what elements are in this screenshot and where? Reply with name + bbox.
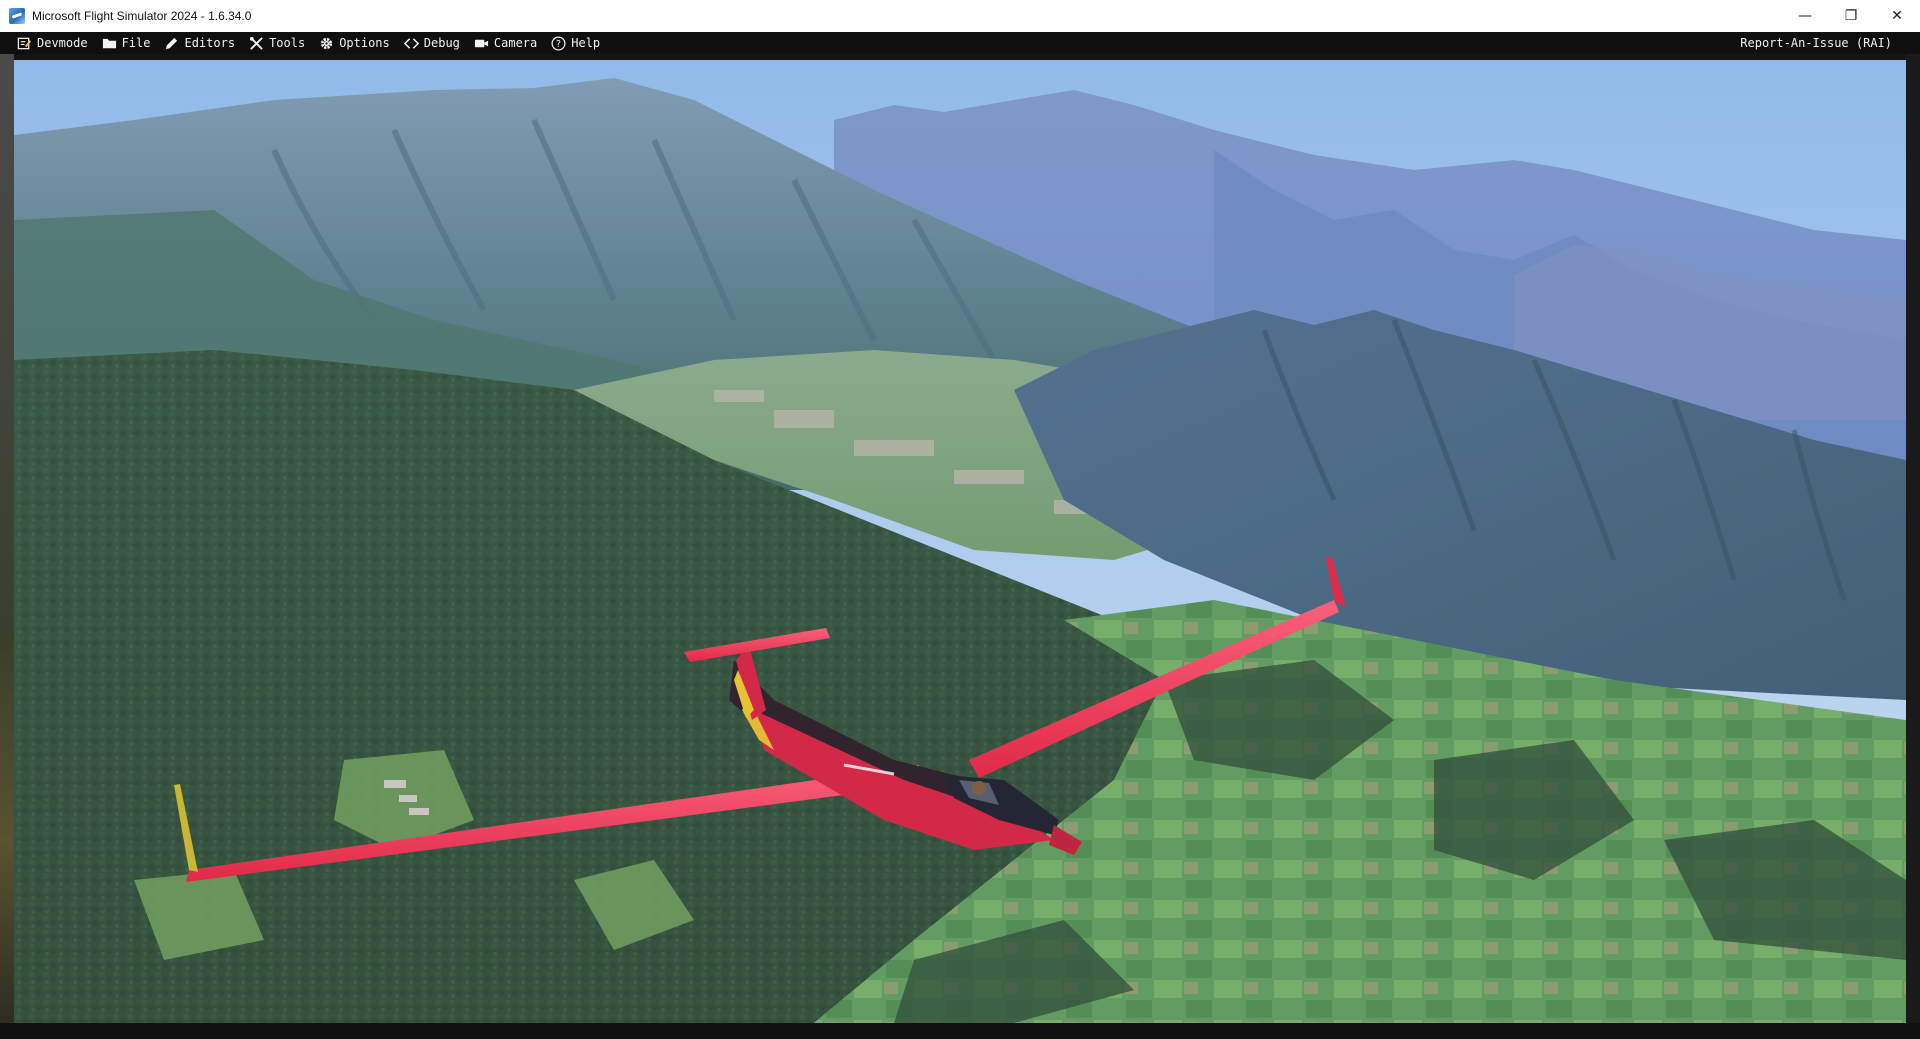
scenery (14, 60, 1906, 1023)
bottom-strip (0, 1023, 1920, 1039)
menu-help[interactable]: ? Help (544, 32, 607, 54)
gear-icon (319, 36, 334, 51)
menu-debug-label: Debug (423, 36, 460, 50)
pencil-icon (164, 36, 179, 51)
close-button[interactable]: ✕ (1874, 0, 1920, 33)
menu-debug[interactable]: Debug (397, 32, 467, 54)
devmode-icon (17, 36, 32, 51)
game-viewport[interactable] (14, 60, 1906, 1023)
restore-button[interactable]: ❐ (1828, 0, 1874, 33)
window-title: Microsoft Flight Simulator 2024 - 1.6.34… (32, 9, 252, 23)
report-issue-label: Report-An-Issue (RAI) (1740, 36, 1892, 50)
menu-file-label: File (121, 36, 151, 50)
menu-camera[interactable]: Camera (467, 32, 544, 54)
close-icon: ✕ (1891, 8, 1903, 24)
app-icon (9, 8, 25, 24)
report-issue-button[interactable]: Report-An-Issue (RAI) (1733, 32, 1920, 54)
video-camera-icon (474, 36, 489, 51)
folder-icon (102, 36, 117, 51)
minimize-icon: — (1798, 8, 1812, 24)
menu-devmode[interactable]: Devmode (0, 32, 95, 54)
restore-icon: ❐ (1844, 8, 1858, 24)
tools-icon (249, 36, 264, 51)
menu-file[interactable]: File (95, 32, 158, 54)
menu-editors[interactable]: Editors (157, 32, 242, 54)
right-edge (1906, 54, 1920, 1039)
svg-text:?: ? (556, 38, 561, 49)
viewport-frame (0, 54, 1920, 1039)
question-circle-icon: ? (551, 36, 566, 51)
menu-options[interactable]: Options (312, 32, 397, 54)
window-title-bar: Microsoft Flight Simulator 2024 - 1.6.34… (0, 0, 1920, 33)
left-edge (0, 54, 14, 1039)
menu-tools-label: Tools (269, 36, 306, 50)
menu-tools[interactable]: Tools (242, 32, 312, 54)
code-brackets-icon (403, 36, 419, 51)
menu-help-label: Help (571, 36, 601, 50)
minimize-button[interactable]: — (1782, 0, 1828, 33)
devmode-toolbar: Devmode File Editors Tools Options Debug (0, 32, 1920, 54)
menu-camera-label: Camera (493, 36, 538, 50)
menu-options-label: Options (339, 36, 390, 50)
menu-editors-label: Editors (184, 36, 236, 50)
window-controls: — ❐ ✕ (1782, 0, 1920, 33)
menu-devmode-label: Devmode (37, 36, 88, 50)
